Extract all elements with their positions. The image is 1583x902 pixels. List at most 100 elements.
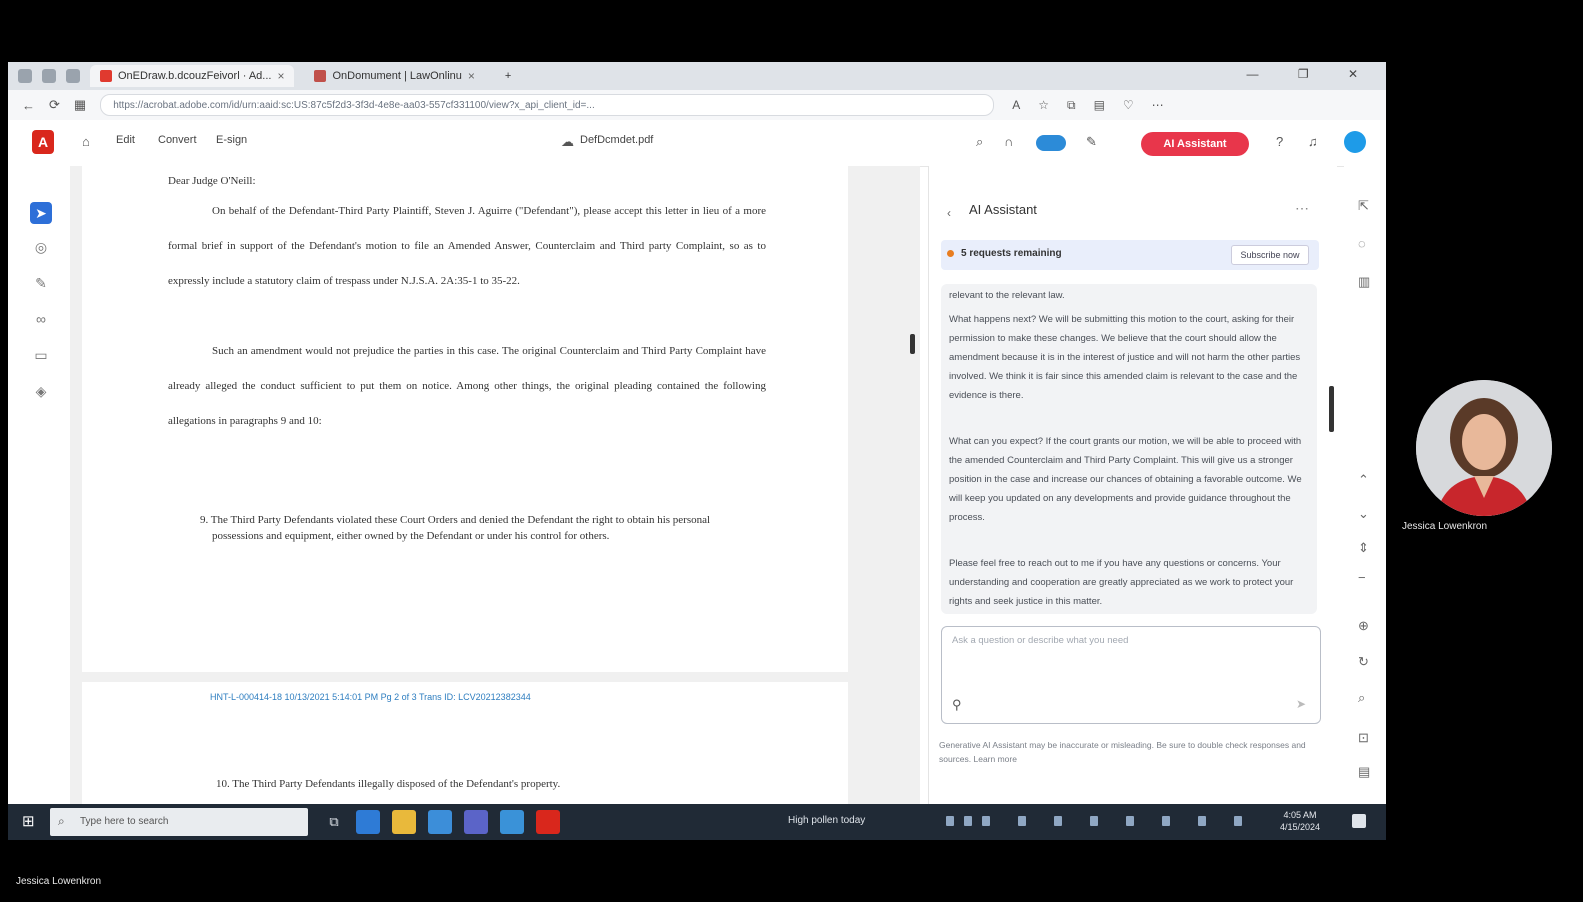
collapse-icon[interactable]: ‹ <box>947 206 951 220</box>
tray-icon[interactable] <box>1198 816 1206 826</box>
tray-icon[interactable] <box>1018 816 1026 826</box>
search-icon: ⌕ <box>58 814 65 828</box>
taskbar-search[interactable]: ⌕ Type here to search <box>50 808 308 836</box>
clock-date: 4/15/2024 <box>1280 822 1321 832</box>
help-icon[interactable]: ? <box>1276 134 1283 149</box>
refresh-icon[interactable]: ⟳ <box>49 97 60 113</box>
request-banner: 5 requests remaining Subscribe now <box>941 240 1319 270</box>
home-icon[interactable]: ⌂ <box>82 134 90 149</box>
shared-screen: OnEDraw.b.dcouzFeivorl · Ad... × OnDomum… <box>8 62 1386 840</box>
outlook-app-icon[interactable] <box>428 810 452 834</box>
favorite-icon[interactable]: ☆ <box>1038 98 1049 112</box>
minus-icon[interactable]: − <box>1358 570 1366 585</box>
acrobat-logo[interactable]: A <box>32 130 54 154</box>
menu-esign[interactable]: E-sign <box>216 134 247 146</box>
taskbar-clock[interactable]: 4:05 AM 4/15/2024 <box>1280 809 1320 833</box>
page-icon[interactable]: ▤ <box>1358 764 1370 780</box>
avatar[interactable] <box>1344 131 1366 153</box>
tray-icon[interactable] <box>964 816 972 826</box>
tray-icon[interactable] <box>1054 816 1062 826</box>
browser-tab-bar: OnEDraw.b.dcouzFeivorl · Ad... × OnDomum… <box>8 62 1386 90</box>
search-placeholder: Type here to search <box>80 816 169 827</box>
settings-menu-icon[interactable]: ⋯ <box>1152 98 1164 112</box>
browser-tab[interactable]: OnDomument | LawOnlinu × <box>304 65 484 87</box>
extensions-icon[interactable]: ⧉ <box>1067 98 1076 113</box>
ai-assistant-button[interactable]: AI Assistant <box>1141 132 1249 156</box>
workspaces-icon[interactable] <box>42 69 56 83</box>
chat-message: Please feel free to reach out to me if y… <box>949 558 1294 607</box>
edge-app-icon[interactable] <box>356 810 380 834</box>
bookmark-icon[interactable]: ▥ <box>1358 274 1370 290</box>
task-view-icon[interactable]: ⧉ <box>322 810 346 834</box>
draw-tool-icon[interactable]: ✎ <box>30 272 52 294</box>
share-icon[interactable]: ⇱ <box>1358 198 1369 214</box>
favorites-icon[interactable]: ♡ <box>1123 98 1134 112</box>
tray-icon[interactable] <box>1090 816 1098 826</box>
notification-center-icon[interactable] <box>1352 814 1366 828</box>
send-icon[interactable]: ➤ <box>1296 697 1306 711</box>
participant-name: Jessica Lowenkron <box>1402 521 1488 532</box>
link-tool-icon[interactable]: ∞ <box>30 308 52 330</box>
new-tab-button[interactable]: + <box>495 65 521 87</box>
panel-title: AI Assistant <box>969 202 1037 217</box>
view-toggle[interactable] <box>1036 135 1066 151</box>
paragraph: Such an amendment would not prejudice th… <box>168 345 766 427</box>
split-screen-icon[interactable]: ▦ <box>74 97 86 113</box>
pen-icon[interactable]: ✎ <box>1086 134 1097 150</box>
headphones-icon[interactable]: ∩ <box>1004 134 1013 149</box>
tab-actions-icon[interactable] <box>66 69 80 83</box>
rotate-icon[interactable]: ↻ <box>1358 654 1369 670</box>
select-tool-icon[interactable]: ➤ <box>30 202 52 224</box>
comment-tool-icon[interactable]: ◎ <box>30 236 52 258</box>
close-icon[interactable]: × <box>277 69 284 83</box>
window-controls[interactable]: — ❐ ✕ <box>1247 67 1376 81</box>
participant-photo <box>1416 380 1552 516</box>
zoom-in-icon[interactable]: ⊕ <box>1358 618 1369 634</box>
zoom-icon[interactable]: ⌕ <box>1358 690 1365 706</box>
teams-app-icon[interactable] <box>464 810 488 834</box>
windows-taskbar: ⊞ ⌕ Type here to search ⧉ High pollen to… <box>8 804 1386 840</box>
chat-message: relevant to the relevant law. <box>949 290 1065 301</box>
url-field[interactable]: https://acrobat.adobe.com/id/urn:aaid:sc… <box>100 94 995 116</box>
search-icon[interactable]: ⌕ <box>976 134 983 150</box>
stamp-tool-icon[interactable]: ◈ <box>30 380 52 402</box>
document-scrollbar[interactable] <box>910 334 915 354</box>
participant-video <box>1416 380 1552 516</box>
prompt-input[interactable]: Ask a question or describe what you need… <box>941 626 1321 724</box>
tray-icon[interactable] <box>946 816 954 826</box>
read-aloud-icon[interactable]: A <box>1012 98 1020 112</box>
page-down-icon[interactable]: ⌄ <box>1358 506 1369 522</box>
browser-app-icon[interactable] <box>500 810 524 834</box>
chat-message: What happens next? We will be submitting… <box>949 314 1301 401</box>
subscribe-button[interactable]: Subscribe now <box>1231 245 1309 265</box>
fit-icon[interactable]: ⇕ <box>1358 540 1369 556</box>
menu-edit[interactable]: Edit <box>116 134 135 146</box>
document-name[interactable]: DefDcmdet.pdf <box>580 134 653 146</box>
text-tool-icon[interactable]: ▭ <box>30 344 52 366</box>
close-icon[interactable]: × <box>468 69 475 83</box>
menu-convert[interactable]: Convert <box>158 134 197 146</box>
browser-tab-active[interactable]: OnEDraw.b.dcouzFeivorl · Ad... × <box>90 65 295 87</box>
weather-widget[interactable]: High pollen today <box>788 815 865 826</box>
page-up-icon[interactable]: ⌃ <box>1358 472 1369 488</box>
filing-stamp: HNT-L-000414-18 10/13/2021 5:14:01 PM Pg… <box>210 692 531 702</box>
more-options-icon[interactable]: ⋯ <box>1295 200 1309 217</box>
requests-remaining: 5 requests remaining <box>961 248 1062 259</box>
acrobat-app-icon[interactable] <box>536 810 560 834</box>
notifications-icon[interactable]: ♫ <box>1308 134 1318 149</box>
back-icon[interactable]: ← <box>22 98 35 113</box>
tray-icon[interactable] <box>982 816 990 826</box>
chat-scrollbar[interactable] <box>1329 386 1334 432</box>
tray-icon[interactable] <box>1234 816 1242 826</box>
chat-history: relevant to the relevant law. What happe… <box>941 284 1317 614</box>
ai-assistant-panel: ‹ AI Assistant ⋯ 5 requests remaining Su… <box>928 166 1337 804</box>
profile-icon[interactable] <box>18 69 32 83</box>
chat-icon[interactable]: ◌ <box>1358 236 1366 251</box>
collections-icon[interactable]: ▤ <box>1094 98 1105 112</box>
windows-start-icon[interactable]: ⊞ <box>22 813 40 831</box>
tray-icon[interactable] <box>1126 816 1134 826</box>
microphone-icon[interactable]: ⚲ <box>952 697 962 713</box>
file-explorer-icon[interactable] <box>392 810 416 834</box>
tray-icon[interactable] <box>1162 816 1170 826</box>
lock-icon[interactable]: ⊡ <box>1358 730 1369 746</box>
